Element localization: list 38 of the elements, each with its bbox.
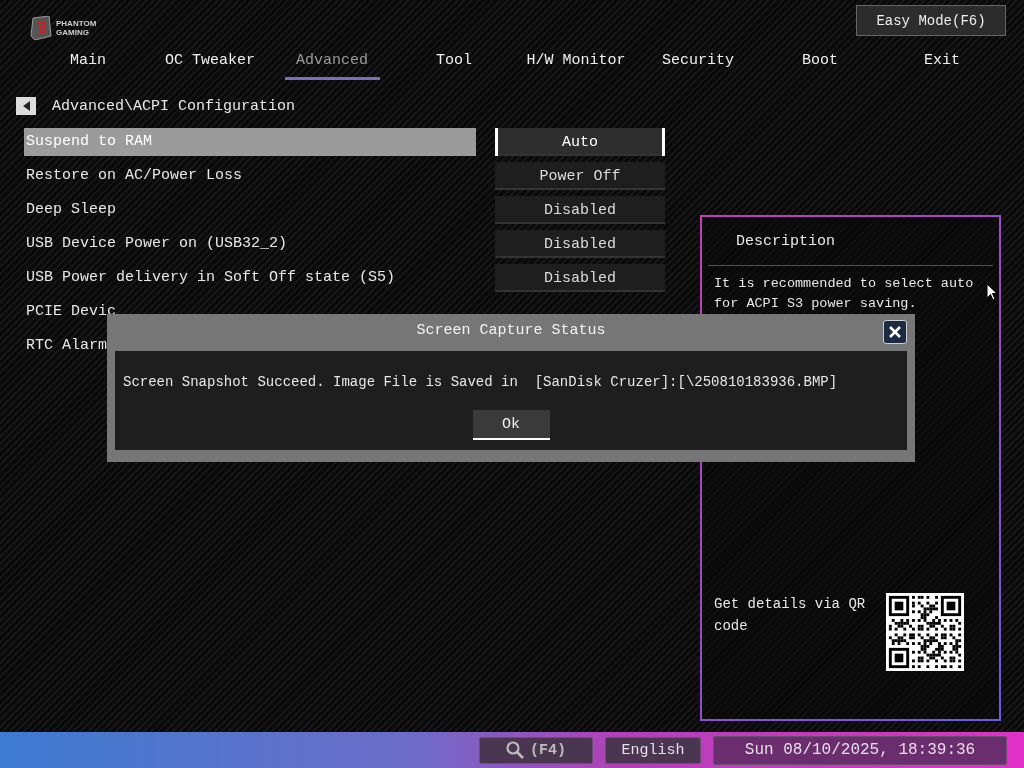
dialog-message: Screen Snapshot Succeed. Image File is Saved in [SanDisk Cruzer]:[\250810183936.BMP]	[122, 373, 838, 392]
setting-value-button[interactable]: Disabled	[495, 264, 665, 292]
back-icon	[22, 101, 30, 111]
setting-label[interactable]: USB Power delivery in Soft Off state (S5)	[24, 264, 476, 292]
logo-icon	[30, 16, 52, 40]
ok-button[interactable]: Ok	[472, 410, 550, 440]
mouse-cursor-icon	[986, 283, 998, 301]
description-title: Description	[708, 217, 993, 266]
setting-value-button[interactable]: Power Off	[495, 162, 665, 190]
qr-code-icon	[886, 593, 964, 671]
setting-value-button[interactable]: Auto	[495, 128, 665, 156]
language-button[interactable]: English	[605, 736, 701, 764]
setting-label[interactable]: USB Device Power on (USB32_2)	[24, 230, 476, 258]
menu-tab[interactable]: Boot	[759, 48, 881, 80]
menu-tab[interactable]: Exit	[881, 48, 1003, 80]
breadcrumb: Advanced\ACPI Configuration	[52, 97, 296, 115]
search-button[interactable]: (F4)	[479, 736, 593, 764]
setting-value-button[interactable]: Disabled	[495, 196, 665, 224]
logo-text: GAMING	[56, 28, 90, 37]
menu-tab[interactable]: H/W Monitor	[515, 48, 637, 80]
menu-tab[interactable]: Advanced	[271, 48, 393, 80]
menu-tab[interactable]: Security	[637, 48, 759, 80]
qr-label: Get details via QR code	[714, 595, 867, 636]
easy-mode-button[interactable]: Easy Mode(F6)	[856, 5, 1006, 36]
menu-tab[interactable]: Tool	[393, 48, 515, 80]
setting-label[interactable]: Restore on AC/Power Loss	[24, 162, 476, 190]
close-button[interactable]	[883, 320, 907, 344]
back-button[interactable]	[16, 97, 36, 115]
date-time: Sun 08/10/2025, 18:39:36	[713, 735, 1007, 765]
menu-tab[interactable]: Main	[27, 48, 149, 80]
description-text: It is recommended to select auto for ACPI S3 power saving.	[714, 275, 975, 313]
dialog-title: Screen Capture Status	[415, 321, 607, 341]
menu-tab[interactable]: OC Tweaker	[149, 48, 271, 80]
close-icon	[889, 326, 901, 338]
logo-text: PHANTOM	[56, 19, 97, 28]
search-icon	[506, 741, 524, 759]
setting-value-button[interactable]: Disabled	[495, 230, 665, 258]
setting-label[interactable]: Deep Sleep	[24, 196, 476, 224]
